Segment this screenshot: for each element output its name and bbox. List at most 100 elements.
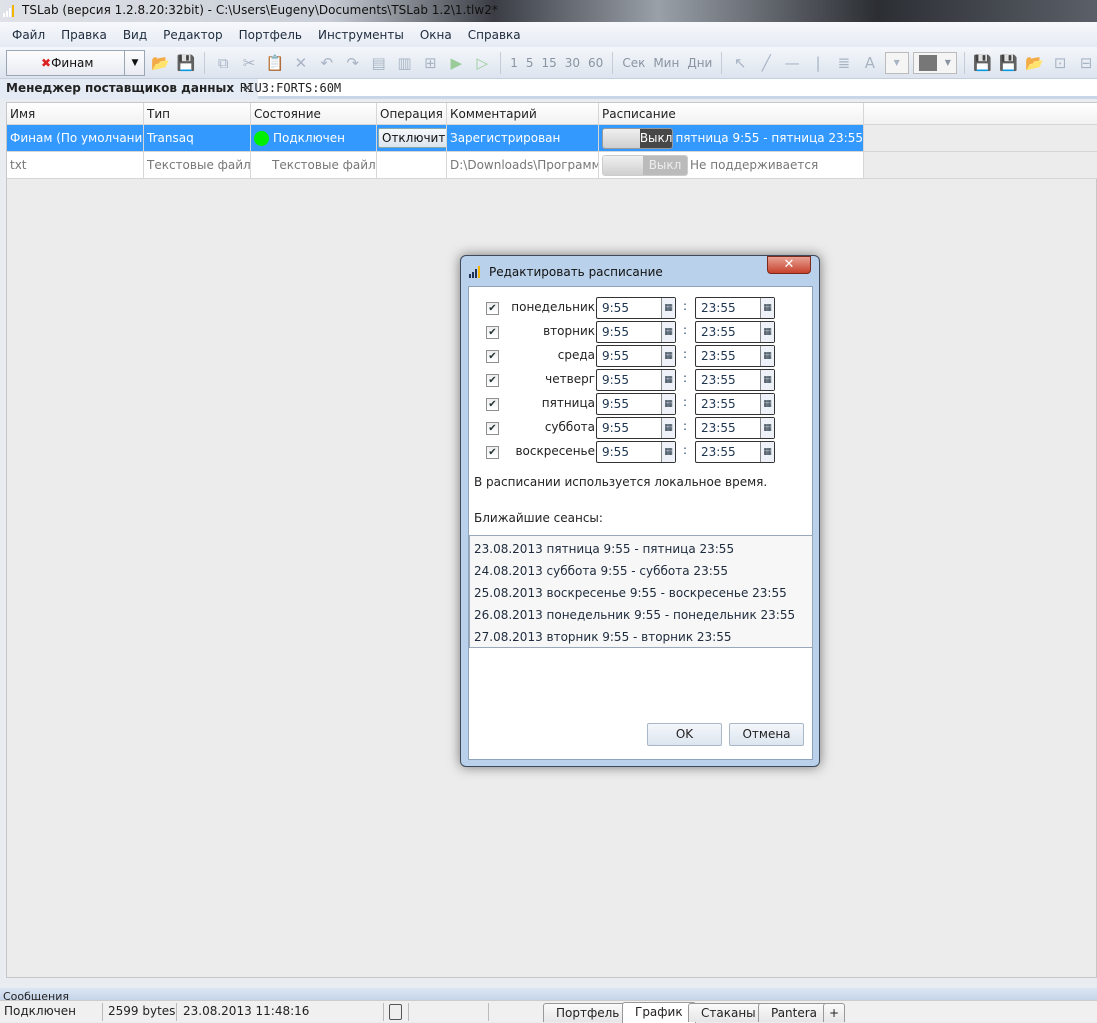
day-checkbox[interactable]: ✔ [486,326,499,339]
day-checkbox[interactable]: ✔ [486,398,499,411]
vertical-line-icon[interactable]: | [807,52,829,74]
disconnect-button[interactable]: Отключить [378,128,446,148]
calendar-icon[interactable]: ▦ [760,394,774,414]
calendar-icon[interactable]: ▦ [661,370,675,390]
calendar-icon[interactable]: ▦ [661,322,675,342]
calendar-icon[interactable]: ▦ [661,418,675,438]
menu-edit[interactable]: Правка [53,28,115,42]
end-time-input[interactable]: 23:55 ▦ [695,417,775,439]
end-time-input[interactable]: 23:55 ▦ [695,321,775,343]
cursor-icon[interactable]: ↖ [729,52,751,74]
tab-chart[interactable]: RIU3:FORTS:60M [240,81,341,95]
calendar-icon[interactable]: ▦ [760,298,774,318]
save-icon[interactable]: 💾 [175,52,197,74]
menu-editor[interactable]: Редактор [155,28,230,42]
cancel-button[interactable]: Отмена [729,723,804,746]
end-time-input[interactable]: 23:55 ▦ [695,369,775,391]
interval-60[interactable]: 60 [586,56,605,70]
calendar-icon[interactable]: ▦ [760,370,774,390]
menu-tools[interactable]: Инструменты [310,28,412,42]
day-checkbox[interactable]: ✔ [486,446,499,459]
start-time-input[interactable]: 9:55 ▦ [596,369,676,391]
undo-icon[interactable]: ↶ [316,52,338,74]
play-icon[interactable]: ▶ [445,52,467,74]
sessions-list[interactable]: 23.08.2013 пятница 9:55 - пятница 23:55 2… [469,535,813,648]
table-row[interactable]: Финам (По умолчанию) Transaq Подключен О… [7,125,1097,152]
add-tab-button[interactable]: + [823,1003,846,1022]
session-item[interactable]: 25.08.2013 воскресенье 9:55 - воскресень… [474,583,808,605]
open-folder-icon[interactable]: 📂 [149,52,171,74]
notes-icon[interactable] [389,1004,402,1020]
layout-grid-icon[interactable]: ⊟ [1075,52,1097,74]
start-time-input[interactable]: 9:55 ▦ [596,393,676,415]
messages-panel-header[interactable]: Сообщения [0,988,1097,1000]
start-time-input[interactable]: 9:55 ▦ [596,345,676,367]
unit-seconds[interactable]: Сек [620,56,647,70]
session-item[interactable]: 23.08.2013 пятница 9:55 - пятница 23:55 [474,539,808,561]
session-item[interactable]: 27.08.2013 вторник 9:55 - вторник 23:55 [474,627,808,649]
col-header-schedule[interactable]: Расписание [599,103,864,125]
start-time-input[interactable]: 9:55 ▦ [596,321,676,343]
calendar-icon[interactable]: ▦ [760,346,774,366]
menu-windows[interactable]: Окна [412,28,460,42]
save-as-icon[interactable]: 💾 [997,52,1019,74]
delete-icon[interactable]: ✕ [290,52,312,74]
menu-view[interactable]: Вид [115,28,155,42]
day-checkbox[interactable]: ✔ [486,302,499,315]
tab-portfolio[interactable]: Портфель [543,1003,633,1022]
calendar-icon[interactable]: ▦ [661,442,675,462]
color-picker[interactable]: ▼ [912,51,957,74]
chevron-down-icon[interactable]: ▼ [124,50,144,75]
col-header-name[interactable]: Имя [7,103,144,125]
paste-icon[interactable]: 📋 [264,52,286,74]
line-icon[interactable]: ╱ [755,52,777,74]
start-time-input[interactable]: 9:55 ▦ [596,441,676,463]
unit-days[interactable]: Дни [685,56,714,70]
schedule-toggle[interactable]: Выкл [602,127,674,149]
fibonacci-icon[interactable]: ≣ [833,52,855,74]
end-time-input[interactable]: 23:55 ▦ [695,441,775,463]
col-header-state[interactable]: Состояние [251,103,377,125]
interval-30[interactable]: 30 [563,56,582,70]
calendar-icon[interactable]: ▦ [661,298,675,318]
unit-minutes[interactable]: Мин [651,56,681,70]
close-button[interactable]: ✕ [767,256,811,274]
tab-data-provider-manager[interactable]: Менеджер поставщиков данных ✕ [0,79,259,99]
day-checkbox[interactable]: ✔ [486,350,499,363]
table-row[interactable]: txt Текстовые файлы Текстовые файлы D:\D… [7,152,1097,179]
session-item[interactable]: 26.08.2013 понедельник 9:55 - понедельни… [474,605,808,627]
open-layout-icon[interactable]: 📂 [1023,52,1045,74]
chart-icon[interactable]: ▥ [394,52,416,74]
end-time-input[interactable]: 23:55 ▦ [695,345,775,367]
diagram-icon[interactable]: ⊞ [419,52,441,74]
provider-selector[interactable]: ✖ Финам ▼ [6,49,146,76]
layout-icon[interactable]: ⊡ [1049,52,1071,74]
redo-icon[interactable]: ↷ [342,52,364,74]
start-time-input[interactable]: 9:55 ▦ [596,417,676,439]
tab-order-books[interactable]: Стаканы [688,1003,769,1022]
save-layout-icon[interactable]: 💾 [972,52,994,74]
interval-5[interactable]: 5 [524,56,536,70]
text-icon[interactable]: A [859,52,881,74]
interval-1[interactable]: 1 [508,56,520,70]
start-time-input[interactable]: 9:55 ▦ [596,297,676,319]
horizontal-line-icon[interactable]: — [781,52,803,74]
calendar-icon[interactable]: ▦ [760,442,774,462]
tab-chart[interactable]: График [622,1002,696,1023]
end-time-input[interactable]: 23:55 ▦ [695,393,775,415]
day-checkbox[interactable]: ✔ [486,374,499,387]
interval-15[interactable]: 15 [539,56,558,70]
play-step-icon[interactable]: ▷ [471,52,493,74]
menu-portfolio[interactable]: Портфель [231,28,310,42]
calendar-icon[interactable]: ▦ [661,346,675,366]
session-item[interactable]: 24.08.2013 суббота 9:55 - суббота 23:55 [474,561,808,583]
ok-button[interactable]: OK [647,723,722,746]
properties-icon[interactable]: ▤ [368,52,390,74]
line-style-dropdown[interactable]: ▼ [884,51,909,74]
menu-help[interactable]: Справка [460,28,529,42]
copy-icon[interactable]: ⧉ [212,52,234,74]
col-header-comment[interactable]: Комментарий [447,103,599,125]
calendar-icon[interactable]: ▦ [760,418,774,438]
col-header-type[interactable]: Тип [144,103,251,125]
menu-file[interactable]: Файл [4,28,53,42]
